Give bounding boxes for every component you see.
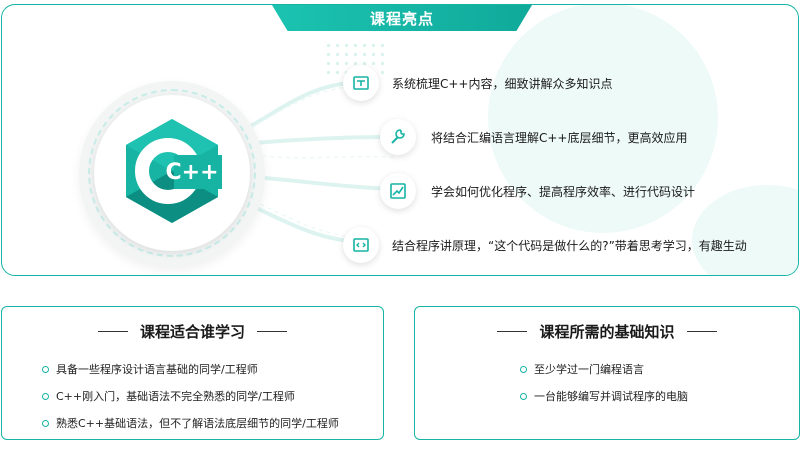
audience-item: 熟悉C++基础语法，但不了解语法底层细节的同学/工程师 bbox=[56, 417, 339, 430]
list-item: 一台能够编写并调试程序的电脑 bbox=[520, 388, 688, 404]
prerequisites-title: 课程所需的基础知识 bbox=[539, 323, 675, 341]
heading-dash bbox=[497, 330, 528, 333]
audience-title: 课程适合谁学习 bbox=[139, 323, 245, 341]
heading-dash bbox=[97, 330, 128, 333]
code-icon bbox=[343, 227, 379, 263]
list-item: C++刚入门，基础语法不完全熟悉的同学/工程师 bbox=[42, 388, 295, 404]
prerequisite-item: 至少学过一门编程语言 bbox=[534, 363, 644, 376]
bullet-icon bbox=[42, 365, 49, 373]
bullet-icon bbox=[42, 419, 49, 427]
audience-item: 具备一些程序设计语言基础的同学/工程师 bbox=[56, 363, 258, 376]
cpp-logo-icon: C++ bbox=[126, 119, 222, 223]
logo-text: C++ bbox=[165, 160, 218, 185]
bullet-icon bbox=[520, 365, 527, 373]
wrench-icon bbox=[380, 119, 416, 155]
audience-item: C++刚入门，基础语法不完全熟悉的同学/工程师 bbox=[56, 390, 295, 403]
list-item: 具备一些程序设计语言基础的同学/工程师 bbox=[42, 361, 258, 377]
bullet-icon bbox=[42, 392, 49, 400]
feature-text: 学会如何优化程序、提高程序效率、进行代码设计 bbox=[431, 185, 696, 199]
course-highlights-panel: 课程亮点 C++ 系统梳理C++内容，细致讲解众多知识点 将结合汇编语言理解C+… bbox=[1, 4, 799, 276]
audience-heading: 课程适合谁学习 bbox=[2, 321, 383, 342]
book-icon bbox=[343, 65, 379, 101]
feature-text: 系统梳理C++内容，细致讲解众多知识点 bbox=[392, 77, 613, 91]
prerequisites-card: 课程所需的基础知识 至少学过一门编程语言 一台能够编写并调试程序的电脑 bbox=[414, 306, 800, 440]
heading-dash bbox=[257, 330, 287, 333]
feature-text: 将结合汇编语言理解C++底层细节，更高效应用 bbox=[431, 131, 688, 145]
list-item: 至少学过一门编程语言 bbox=[520, 361, 644, 377]
audience-card: 课程适合谁学习 具备一些程序设计语言基础的同学/工程师 C++刚入门，基础语法不… bbox=[1, 306, 384, 440]
bullet-icon bbox=[520, 392, 527, 400]
prerequisites-heading: 课程所需的基础知识 bbox=[415, 321, 799, 342]
list-item: 熟悉C++基础语法，但不了解语法底层细节的同学/工程师 bbox=[42, 415, 339, 431]
prerequisite-item: 一台能够编写并调试程序的电脑 bbox=[534, 390, 688, 403]
feature-text: 结合程序讲原理，“这个代码是做什么的?”带着思考学习，有趣生动 bbox=[392, 239, 747, 253]
chart-icon bbox=[380, 173, 416, 209]
heading-dash bbox=[686, 330, 717, 333]
